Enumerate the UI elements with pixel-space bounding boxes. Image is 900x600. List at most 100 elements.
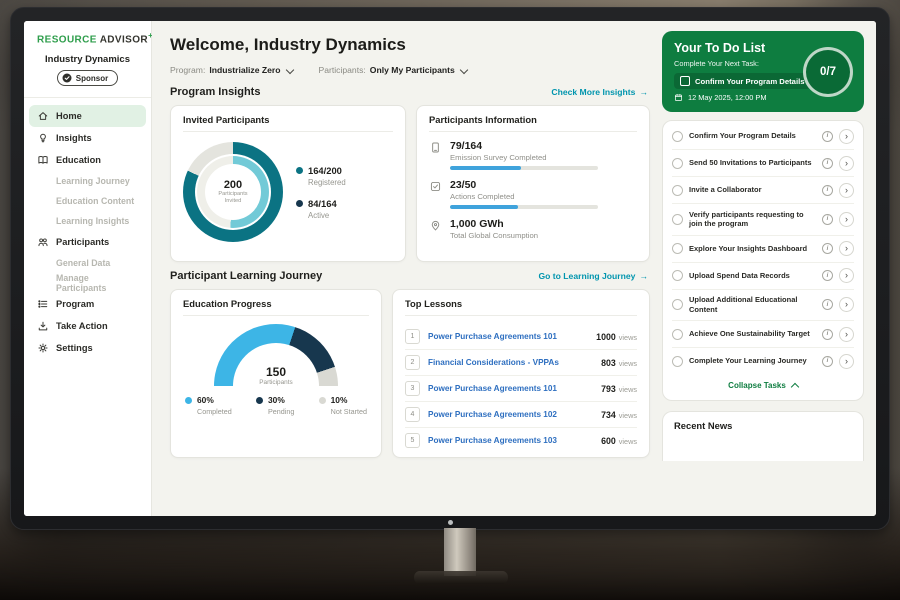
- legend-item-active: 84/164 Active: [296, 198, 346, 220]
- chevron-right-icon[interactable]: ›: [839, 241, 854, 256]
- info-icon[interactable]: i: [822, 185, 833, 196]
- sidebar-item-home[interactable]: Home: [29, 105, 146, 127]
- chevron-right-icon[interactable]: ›: [839, 156, 854, 171]
- learning-journey-section-header: Participant Learning Journey Go to Learn…: [170, 270, 648, 282]
- list-icon: [37, 298, 49, 310]
- sidebar-item-manage-participants[interactable]: Manage Participants: [29, 273, 146, 293]
- sidebar-item-participants[interactable]: Participants: [29, 231, 146, 253]
- task-label: Invite a Collaborator: [689, 185, 816, 195]
- participants-filter[interactable]: Participants:Only My Participants: [319, 65, 467, 75]
- invited-participants-card: Invited Participants 200 Participants In…: [170, 105, 406, 262]
- sidebar-item-label: Program: [56, 299, 94, 309]
- task-row[interactable]: Achieve One Sustainability Target i ›: [672, 321, 854, 348]
- task-label: Achieve One Sustainability Target: [689, 329, 816, 339]
- info-icon[interactable]: i: [822, 131, 833, 142]
- program-filter[interactable]: Program:Industrialize Zero: [170, 65, 293, 75]
- chevron-right-icon[interactable]: ›: [839, 354, 854, 369]
- program-filter-value: Industrialize Zero: [209, 65, 280, 75]
- education-gauge: 150 Participants: [214, 324, 338, 386]
- task-checkbox[interactable]: [672, 299, 683, 310]
- monitor-stand-base: [414, 571, 508, 584]
- sidebar: RESOURCE ADVISOR+ Industry Dynamics Spon…: [24, 21, 152, 516]
- task-row[interactable]: Complete Your Learning Journey i ›: [672, 348, 854, 374]
- sidebar-subitem-label: Education Content: [56, 196, 134, 206]
- lightbulb-icon: [37, 132, 49, 144]
- sidebar-item-insights[interactable]: Insights: [29, 127, 146, 149]
- lesson-row: 4 Power Purchase Agreements 102 734views: [405, 402, 637, 428]
- task-row[interactable]: Invite a Collaborator i ›: [672, 177, 854, 204]
- chevron-right-icon[interactable]: ›: [839, 183, 854, 198]
- lesson-row: 1 Power Purchase Agreements 101 1000view…: [405, 324, 637, 350]
- task-label: Send 50 Invitations to Participants: [689, 158, 816, 168]
- task-row[interactable]: Verify participants requesting to join t…: [672, 204, 854, 236]
- lesson-link[interactable]: Power Purchase Agreements 102: [428, 410, 593, 419]
- task-checkbox[interactable]: [672, 185, 683, 196]
- lesson-link[interactable]: Power Purchase Agreements 101: [428, 384, 593, 393]
- education-legend: 60% Completed 30% Pending 10% Not Starte…: [183, 386, 369, 418]
- info-icon[interactable]: i: [822, 329, 833, 340]
- info-icon[interactable]: i: [822, 158, 833, 169]
- task-row[interactable]: Confirm Your Program Details i ›: [672, 123, 854, 150]
- lesson-link[interactable]: Financial Considerations - VPPAs: [428, 358, 593, 367]
- legend-item-completed: 60% Completed: [185, 395, 232, 416]
- chevron-right-icon[interactable]: ›: [839, 212, 854, 227]
- content-column: Welcome, Industry Dynamics Program:Indus…: [152, 21, 658, 516]
- sidebar-item-learning-journey[interactable]: Learning Journey: [29, 171, 146, 191]
- sidebar-subitem-label: General Data: [56, 258, 110, 268]
- collapse-tasks-link[interactable]: Collapse Tasks: [672, 374, 854, 398]
- sidebar-subitem-label: Learning Journey: [56, 176, 130, 186]
- info-icon[interactable]: i: [822, 356, 833, 367]
- task-row[interactable]: Send 50 Invitations to Participants i ›: [672, 150, 854, 177]
- donut-center-value: 200: [224, 179, 242, 191]
- info-icon[interactable]: i: [822, 214, 833, 225]
- task-checkbox[interactable]: [672, 356, 683, 367]
- task-row[interactable]: Upload Additional Educational Content i …: [672, 290, 854, 322]
- task-checkbox[interactable]: [672, 270, 683, 281]
- checkbox-icon[interactable]: [680, 76, 690, 86]
- task-label: Upload Spend Data Records: [689, 271, 816, 281]
- monitor-stand: [444, 528, 476, 576]
- brand-part2: ADVISOR: [100, 34, 148, 45]
- task-checkbox[interactable]: [672, 214, 683, 225]
- task-row[interactable]: Upload Spend Data Records i ›: [672, 263, 854, 290]
- task-checkbox[interactable]: [672, 131, 683, 142]
- download-icon: [37, 320, 49, 332]
- sidebar-item-take-action[interactable]: Take Action: [29, 315, 146, 337]
- check-more-insights-link[interactable]: Check More Insights→: [551, 87, 648, 97]
- next-task-chip[interactable]: Confirm Your Program Details: [674, 73, 811, 89]
- main-area: Welcome, Industry Dynamics Program:Indus…: [152, 21, 876, 516]
- task-checkbox[interactable]: [672, 158, 683, 169]
- info-icon[interactable]: i: [822, 299, 833, 310]
- emission-survey-row: 79/164 Emission Survey Completed: [429, 140, 637, 170]
- lesson-row: 5 Power Purchase Agreements 103 600views: [405, 428, 637, 453]
- sidebar-item-program[interactable]: Program: [29, 293, 146, 315]
- task-row[interactable]: Explore Your Insights Dashboard i ›: [672, 236, 854, 263]
- lesson-link[interactable]: Power Purchase Agreements 101: [428, 332, 588, 341]
- chevron-right-icon[interactable]: ›: [839, 129, 854, 144]
- info-icon[interactable]: i: [822, 243, 833, 254]
- info-icon[interactable]: i: [822, 270, 833, 281]
- chevron-up-icon: [791, 382, 799, 390]
- sidebar-item-education-content[interactable]: Education Content: [29, 191, 146, 211]
- lesson-link[interactable]: Power Purchase Agreements 103: [428, 436, 593, 445]
- top-lessons-card: Top Lessons 1 Power Purchase Agreements …: [392, 289, 650, 458]
- card-title: Top Lessons: [405, 298, 637, 316]
- invited-legend: 164/200 Registered 84/164 Active: [296, 165, 346, 220]
- next-task-label: Confirm Your Program Details: [695, 77, 805, 86]
- sidebar-item-learning-insights[interactable]: Learning Insights: [29, 211, 146, 231]
- go-to-learning-journey-link[interactable]: Go to Learning Journey→: [538, 271, 648, 281]
- sponsor-badge[interactable]: Sponsor: [57, 70, 118, 86]
- task-checkbox[interactable]: [672, 329, 683, 340]
- sidebar-item-settings[interactable]: Settings: [29, 337, 146, 359]
- checklist-icon: [429, 180, 442, 193]
- sidebar-item-education[interactable]: Education: [29, 149, 146, 171]
- task-label: Verify participants requesting to join t…: [689, 210, 816, 230]
- chevron-right-icon[interactable]: ›: [839, 327, 854, 342]
- app-window: RESOURCE ADVISOR+ Industry Dynamics Spon…: [24, 21, 876, 516]
- people-icon: [37, 236, 49, 248]
- sidebar-item-general-data[interactable]: General Data: [29, 253, 146, 273]
- task-checkbox[interactable]: [672, 243, 683, 254]
- chevron-right-icon[interactable]: ›: [839, 297, 854, 312]
- chevron-right-icon[interactable]: ›: [839, 268, 854, 283]
- todo-progress-value: 0/7: [820, 66, 836, 78]
